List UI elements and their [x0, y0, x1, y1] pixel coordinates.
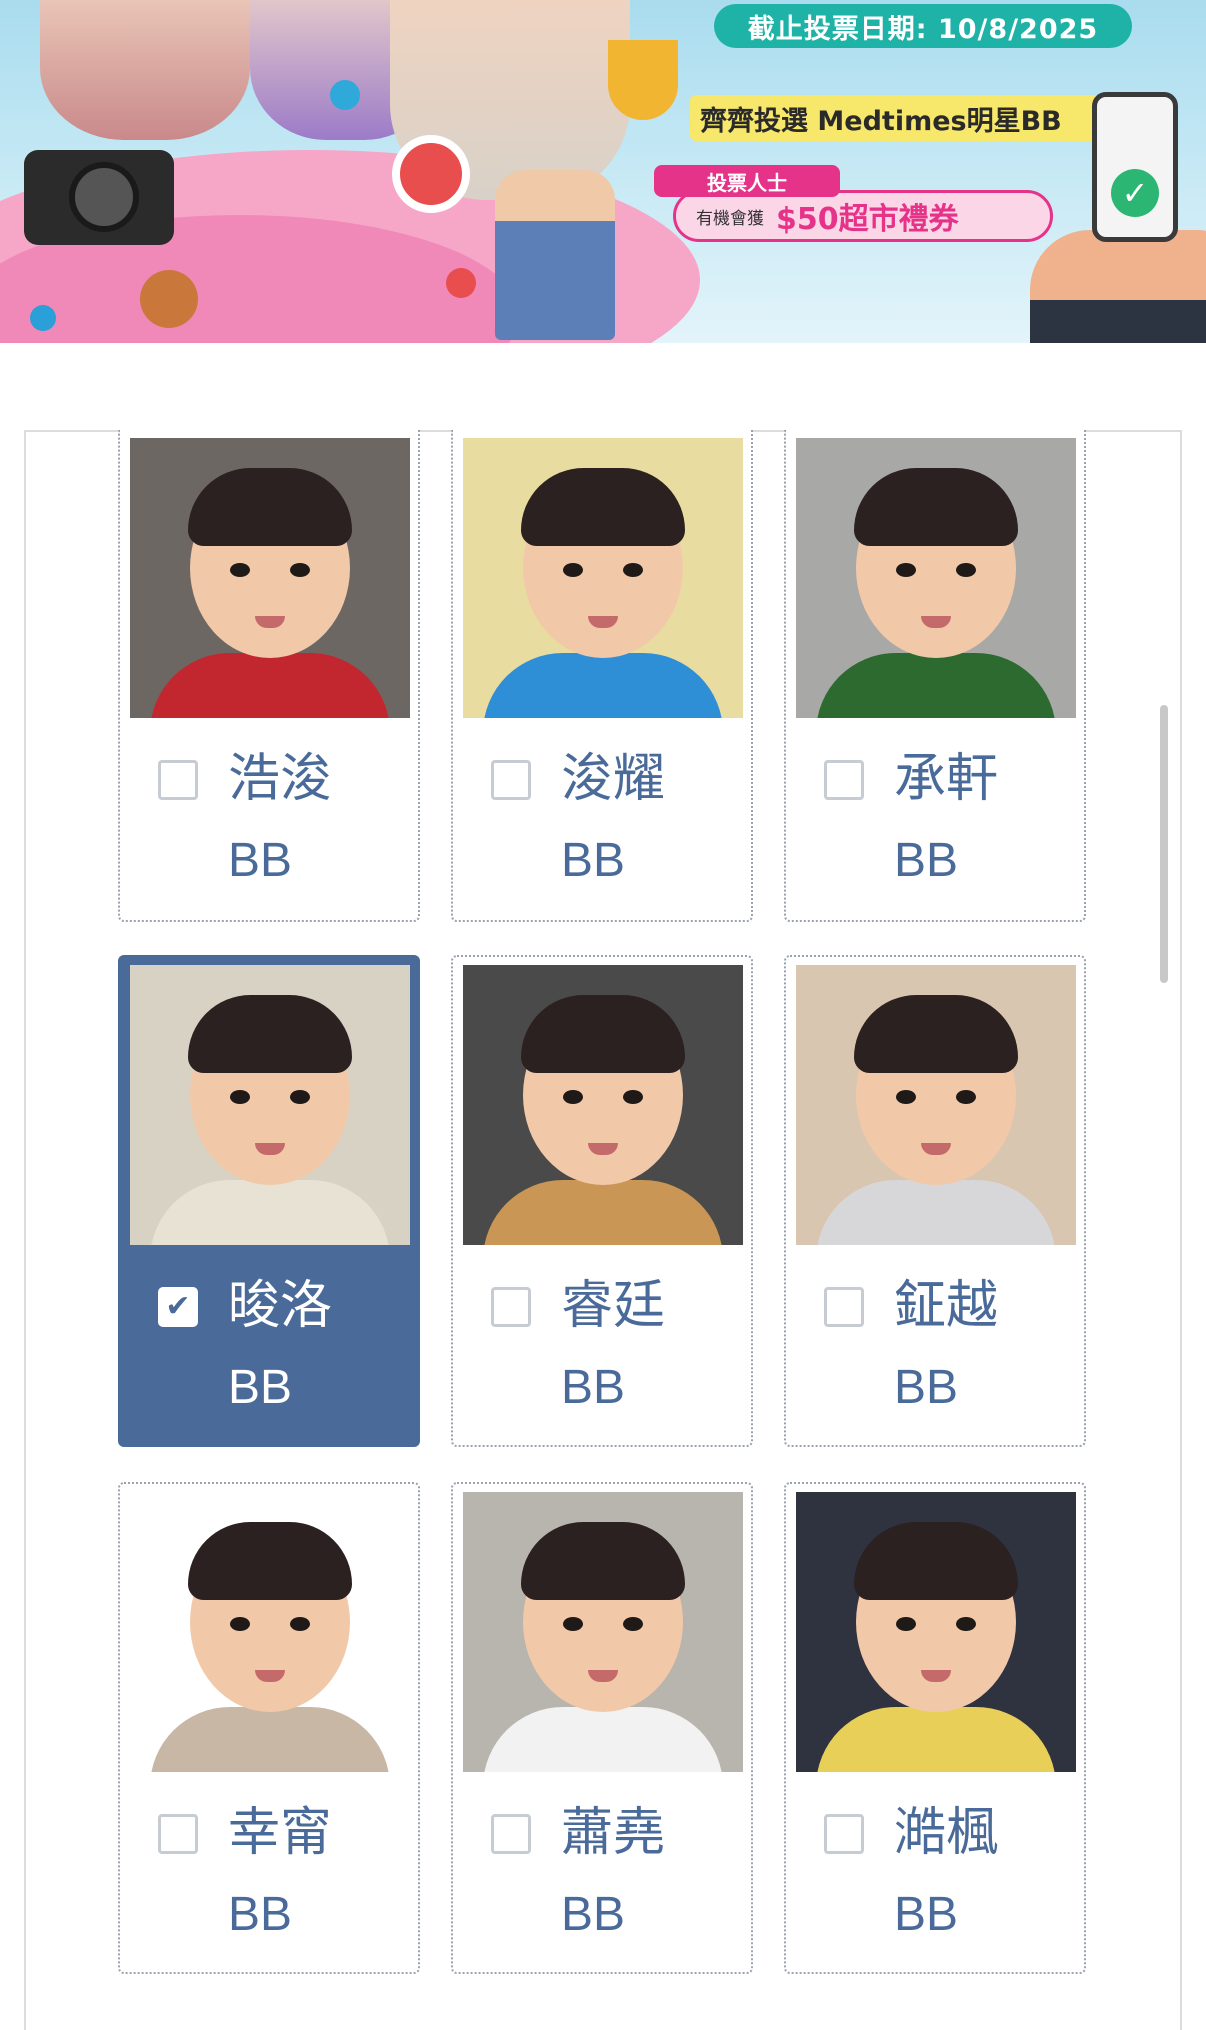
baby-photo	[463, 1492, 743, 1772]
baby-photo	[130, 438, 410, 718]
baby-photo	[796, 965, 1076, 1245]
candidate-name-suffix: BB	[894, 834, 959, 887]
candidate-card[interactable]: 鉦越 BB	[784, 955, 1086, 1447]
candidate-card[interactable]: 澔楓 BB	[784, 1482, 1086, 1974]
vote-checkbox[interactable]	[158, 760, 198, 800]
photo-eye	[623, 1617, 643, 1631]
candidate-name-suffix: BB	[561, 1888, 626, 1941]
photo-eye	[896, 563, 916, 577]
vote-checkbox[interactable]	[824, 1814, 864, 1854]
candidate-name: 承軒	[894, 749, 999, 809]
candidate-card[interactable]: 睿廷 BB	[451, 955, 753, 1447]
photo-eye	[290, 1617, 310, 1631]
candidate-name-suffix: BB	[894, 1361, 959, 1414]
candidate-name: 浩浚	[228, 749, 333, 809]
candidate-name: 蕭堯	[561, 1803, 666, 1863]
vote-checkbox[interactable]	[491, 1814, 531, 1854]
vote-checkbox[interactable]	[491, 1287, 531, 1327]
candidate-card[interactable]: 浚耀 BB	[451, 430, 753, 922]
photo-eye	[956, 1617, 976, 1631]
candidate-card[interactable]: 蕭堯 BB	[451, 1482, 753, 1974]
photo-eye	[230, 1090, 250, 1104]
baby-photo	[130, 1492, 410, 1772]
candidate-name-suffix: BB	[561, 834, 626, 887]
candidate-card[interactable]: 浩浚 BB	[118, 430, 420, 922]
candidate-name: 睿廷	[561, 1276, 666, 1336]
candidate-name: 晙洛	[228, 1276, 333, 1336]
photo-eye	[563, 563, 583, 577]
baby-photo	[796, 1492, 1076, 1772]
photo-eye	[956, 1090, 976, 1104]
candidate-card[interactable]: ✔ 晙洛 BB	[118, 955, 420, 1447]
baby-photo	[130, 965, 410, 1245]
photo-eye	[623, 563, 643, 577]
vote-checkbox[interactable]	[158, 1814, 198, 1854]
candidate-name-suffix: BB	[561, 1361, 626, 1414]
candidate-name: 鉦越	[894, 1276, 999, 1336]
photo-eye	[290, 1090, 310, 1104]
photo-eye	[563, 1090, 583, 1104]
checkmark-icon: ✔	[165, 1289, 191, 1324]
candidate-grid: 浩浚 BB 浚耀 BB 承軒 BB ✔ 晙洛 BB 睿廷 BB 鉦越 BB 幸甯 BB 蕭堯 BB 澔楓 BB	[0, 0, 1206, 2001]
vote-checkbox[interactable]	[491, 760, 531, 800]
candidate-name: 幸甯	[228, 1803, 333, 1863]
baby-photo	[463, 438, 743, 718]
candidate-name-suffix: BB	[228, 834, 293, 887]
vote-checkbox[interactable]	[824, 760, 864, 800]
vote-checkbox[interactable]	[824, 1287, 864, 1327]
photo-eye	[563, 1617, 583, 1631]
photo-eye	[290, 563, 310, 577]
photo-eye	[896, 1090, 916, 1104]
candidate-name: 浚耀	[561, 749, 666, 809]
baby-photo	[463, 965, 743, 1245]
candidate-name-suffix: BB	[228, 1888, 293, 1941]
photo-eye	[230, 1617, 250, 1631]
candidate-card[interactable]: 幸甯 BB	[118, 1482, 420, 1974]
baby-photo	[796, 438, 1076, 718]
candidate-card[interactable]: 承軒 BB	[784, 430, 1086, 922]
photo-eye	[956, 563, 976, 577]
photo-eye	[623, 1090, 643, 1104]
photo-eye	[230, 563, 250, 577]
candidate-name-suffix: BB	[228, 1361, 293, 1414]
vote-checkbox[interactable]: ✔	[158, 1287, 198, 1327]
candidate-name-suffix: BB	[894, 1888, 959, 1941]
candidate-name: 澔楓	[894, 1803, 999, 1863]
photo-eye	[896, 1617, 916, 1631]
